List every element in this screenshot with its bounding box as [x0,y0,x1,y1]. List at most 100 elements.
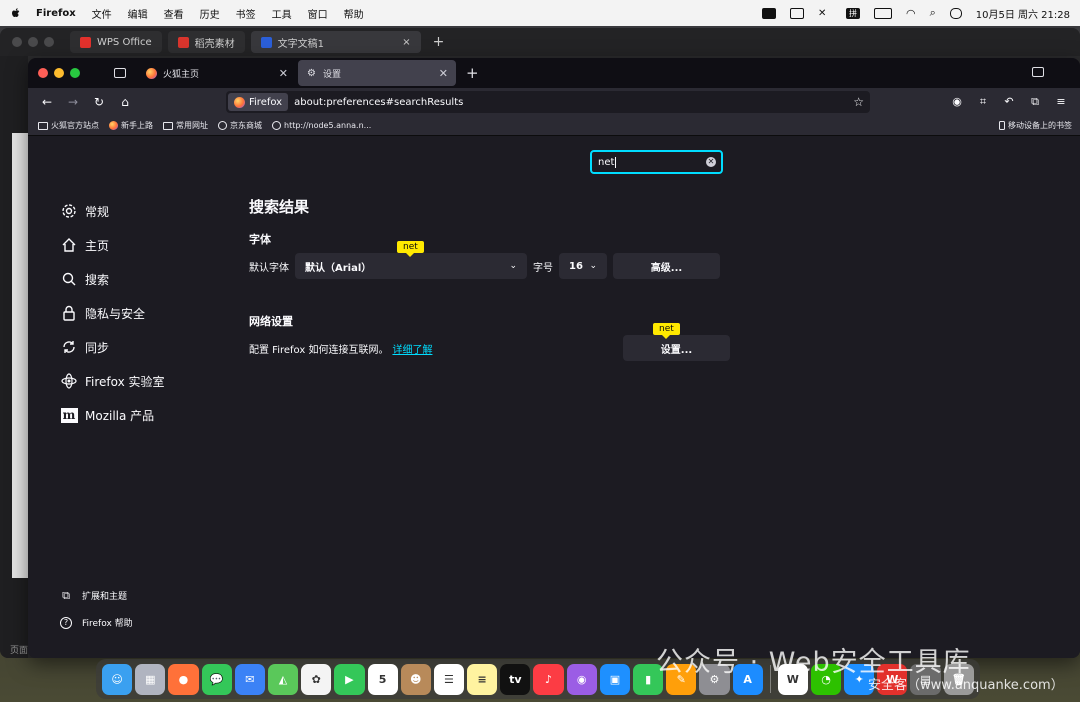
dock-app-calendar[interactable]: 5 [367,663,398,695]
menu-window[interactable]: 窗口 [308,6,328,21]
clock[interactable]: 10月5日 周六 21:28 [976,6,1070,21]
mobile-bookmarks[interactable]: 移动设备上的书签 [999,120,1072,131]
chevron-down-icon: ⌄ [509,261,517,271]
learn-more-link[interactable]: 详细了解 [392,341,432,356]
extensions-icon[interactable]: ⧉ [1028,95,1042,109]
advanced-fonts-button[interactable]: 高级... [613,253,720,279]
sidebar-item-search[interactable]: 搜索 [60,262,165,296]
launchpad-icon: ▦ [145,672,156,686]
wps-tab-document[interactable]: 文字文稿1 × [250,31,421,53]
macos-menubar: Firefox 文件 编辑 查看 历史 书签 工具 窗口 帮助 ✕ 拼 ◠ ⌕ … [0,0,1080,26]
wps-tab-docer[interactable]: 稻壳素材 [167,31,245,53]
tab-firefox-home[interactable]: 火狐主页 ✕ [138,60,296,86]
close-window-button[interactable] [38,68,48,78]
sidebar-item-help[interactable]: ? Firefox 帮助 [60,609,133,636]
undo-icon[interactable]: ↶ [1002,95,1016,109]
podcasts-icon: ◉ [576,672,587,686]
dock-app-tv[interactable]: tv [500,663,531,695]
bookmark-item[interactable]: 京东商城 [218,120,262,131]
dock-app-music[interactable]: ♪ [533,663,564,695]
dock-app-contacts[interactable]: ☻ [400,663,431,695]
zoom-window-button[interactable] [70,68,80,78]
puzzle-icon: ⧉ [62,588,70,602]
close-icon[interactable]: ✕ [279,67,288,80]
back-button[interactable]: ← [38,93,56,111]
bookmark-item[interactable]: 火狐官方站点 [38,120,99,131]
list-all-tabs-icon[interactable] [1032,67,1044,77]
mute-icon[interactable]: ✕ [818,8,832,19]
dock-app-finder[interactable]: ☺ [102,663,133,695]
dock-app-firefox[interactable]: ● [168,663,199,695]
spotlight-icon[interactable]: ⌕ [930,6,936,20]
menu-file[interactable]: 文件 [92,6,112,21]
apple-icon[interactable] [10,7,22,19]
menu-tools[interactable]: 工具 [272,6,292,21]
gear-icon [60,202,78,220]
screenshot-icon[interactable]: ⌗ [976,95,990,109]
dock-app-mail[interactable]: ✉ [234,663,265,695]
sidebar-item-labs[interactable]: Firefox 实验室 [60,364,165,398]
menu-edit[interactable]: 编辑 [128,6,148,21]
network-settings-button[interactable]: 设置... [623,335,730,361]
preferences-search-input[interactable]: net ✕ [590,150,723,174]
photos-icon: ✿ [311,672,321,686]
tab-settings[interactable]: ⚙ 设置 ✕ [298,60,456,86]
control-center-icon[interactable] [949,7,962,19]
bookmark-star-icon[interactable]: ☆ [853,95,864,109]
sidebar-item-general[interactable]: 常规 [60,194,165,228]
firefox-view-icon[interactable] [114,68,126,78]
forward-button[interactable]: → [64,93,82,111]
minimize-window-button[interactable] [54,68,64,78]
firefox-icon [146,67,157,79]
sidebar-item-home[interactable]: 主页 [60,228,165,262]
menu-history[interactable]: 历史 [200,6,220,21]
url-text[interactable]: about:preferences#searchResults [294,97,463,108]
sidebar-item-sync[interactable]: 同步 [60,330,165,364]
font-size-select[interactable]: 16 ⌄ [559,253,607,279]
bookmark-item[interactable]: http://node5.anna.n... [272,121,371,130]
menu-bookmarks[interactable]: 书签 [236,6,256,21]
reload-button[interactable]: ↻ [90,93,108,111]
dock-app-maps[interactable]: ◭ [267,663,299,695]
display-icon[interactable] [789,7,804,19]
clear-search-icon[interactable]: ✕ [706,157,716,167]
dock-app-launchpad[interactable]: ▦ [135,663,166,695]
bookmark-item[interactable]: 常用网址 [163,120,208,131]
dock-app-notes[interactable]: ≡ [467,663,498,695]
wps-window-controls[interactable] [12,37,54,47]
new-tab-button[interactable]: + [466,64,479,82]
sidebar-item-addons[interactable]: ⧉ 扩展和主题 [60,582,133,609]
close-icon[interactable]: ✕ [439,67,448,80]
bookmark-item[interactable]: 新手上路 [109,120,153,131]
dock-app-reminders[interactable]: ☰ [433,663,465,695]
menu-view[interactable]: 查看 [164,6,184,21]
page-title: 搜索结果 [249,198,310,216]
dock-app-photos[interactable]: ✿ [301,663,332,695]
menu-help[interactable]: 帮助 [344,6,364,21]
wps-tab-home[interactable]: WPS Office [70,31,162,53]
identity-box[interactable]: Firefox [228,93,289,111]
wifi-icon[interactable]: ◠ [906,7,916,20]
battery-icon[interactable] [873,7,892,19]
default-font-value: 默认（Arial） [305,262,372,274]
navigation-toolbar: ← → ↻ ⌂ Firefox about:preferences#search… [28,88,1080,116]
menu-hamburger-icon[interactable]: ≡ [1054,95,1068,109]
ime-indicator[interactable]: 拼 [845,7,860,19]
firefox-icon: ● [178,672,189,686]
close-icon[interactable]: × [402,37,410,48]
new-tab-icon[interactable]: + [433,34,445,50]
wps-status-icon[interactable] [761,7,776,19]
sidebar-item-mozilla[interactable]: m Mozilla 产品 [60,398,165,432]
notes-icon: ≡ [477,672,487,686]
menu-app-name[interactable]: Firefox [36,8,76,19]
dock-app-facetime[interactable]: ▶ [334,663,365,695]
dock-app-messages[interactable]: 💬 [201,663,232,695]
sidebar-item-privacy[interactable]: 隐私与安全 [60,296,165,330]
dock-app-keynote[interactable]: ▣ [599,663,630,695]
url-bar[interactable]: Firefox about:preferences#searchResults … [226,91,870,113]
account-icon[interactable]: ◉ [950,95,964,109]
dock-app-podcasts[interactable]: ◉ [566,663,597,695]
bookmark-label: 新手上路 [121,121,153,130]
network-description: 配置 Firefox 如何连接互联网。 [249,344,389,356]
home-button[interactable]: ⌂ [116,93,134,111]
